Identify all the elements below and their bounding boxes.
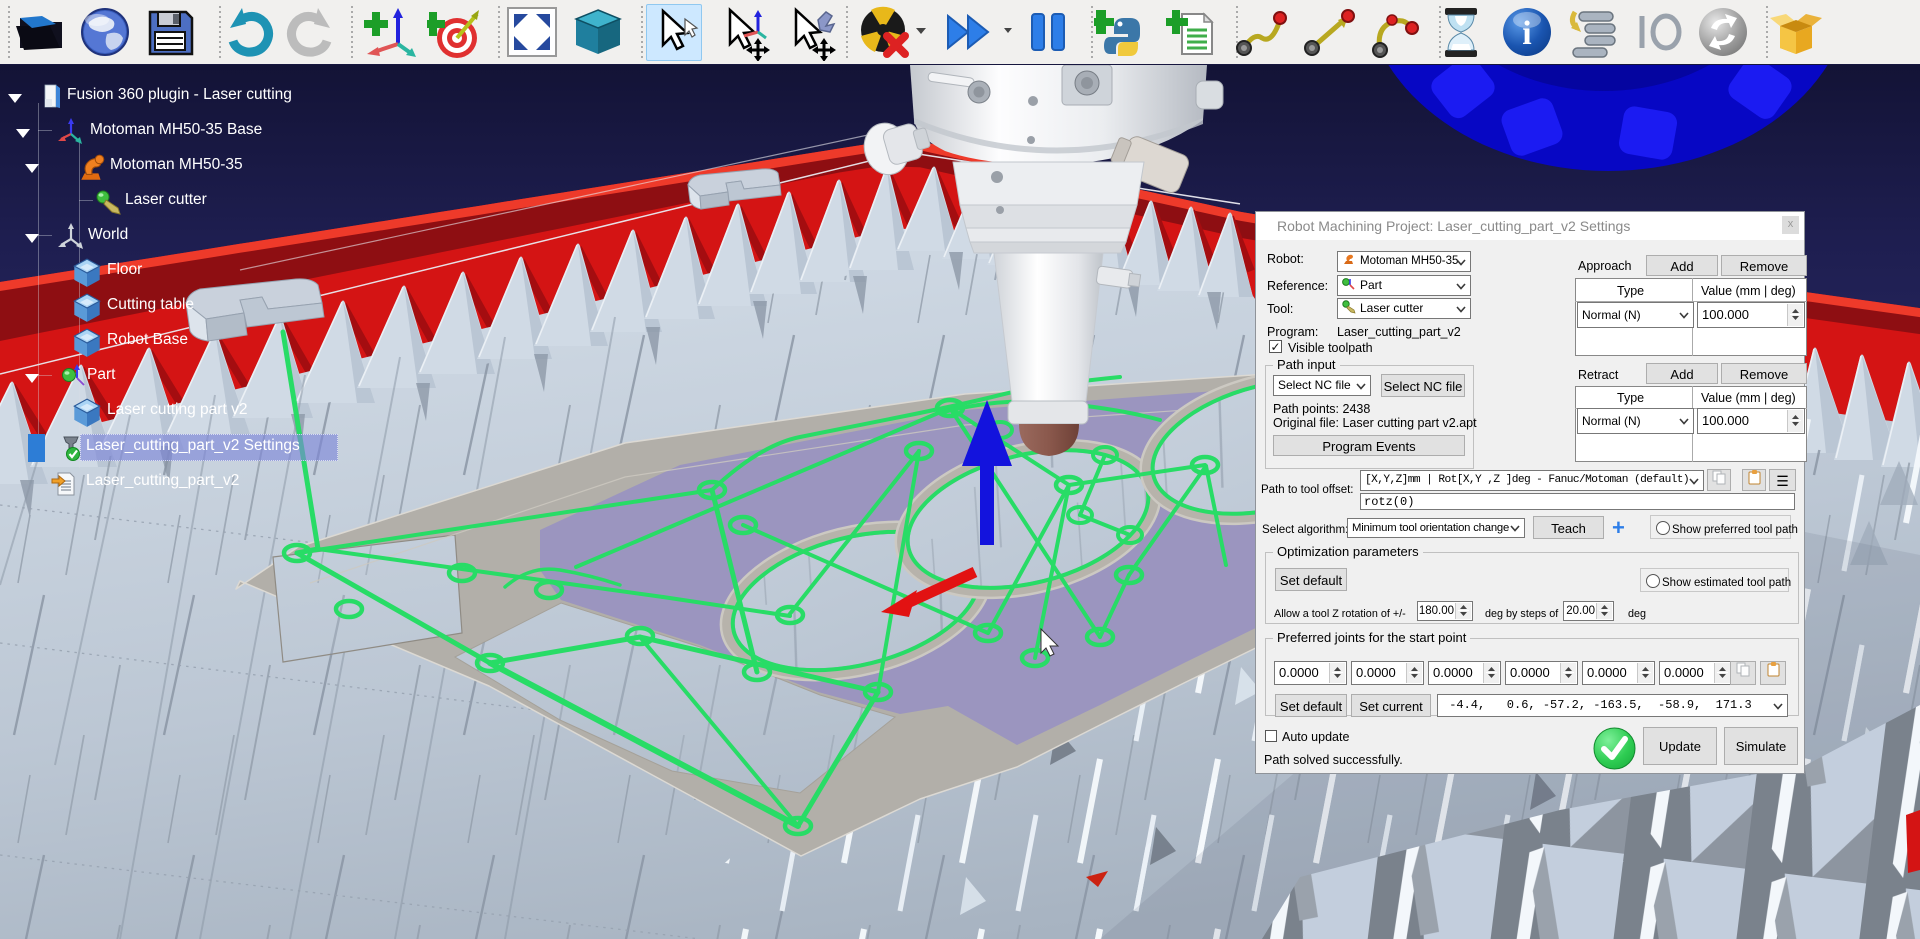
svg-text:i: i — [1522, 15, 1531, 52]
